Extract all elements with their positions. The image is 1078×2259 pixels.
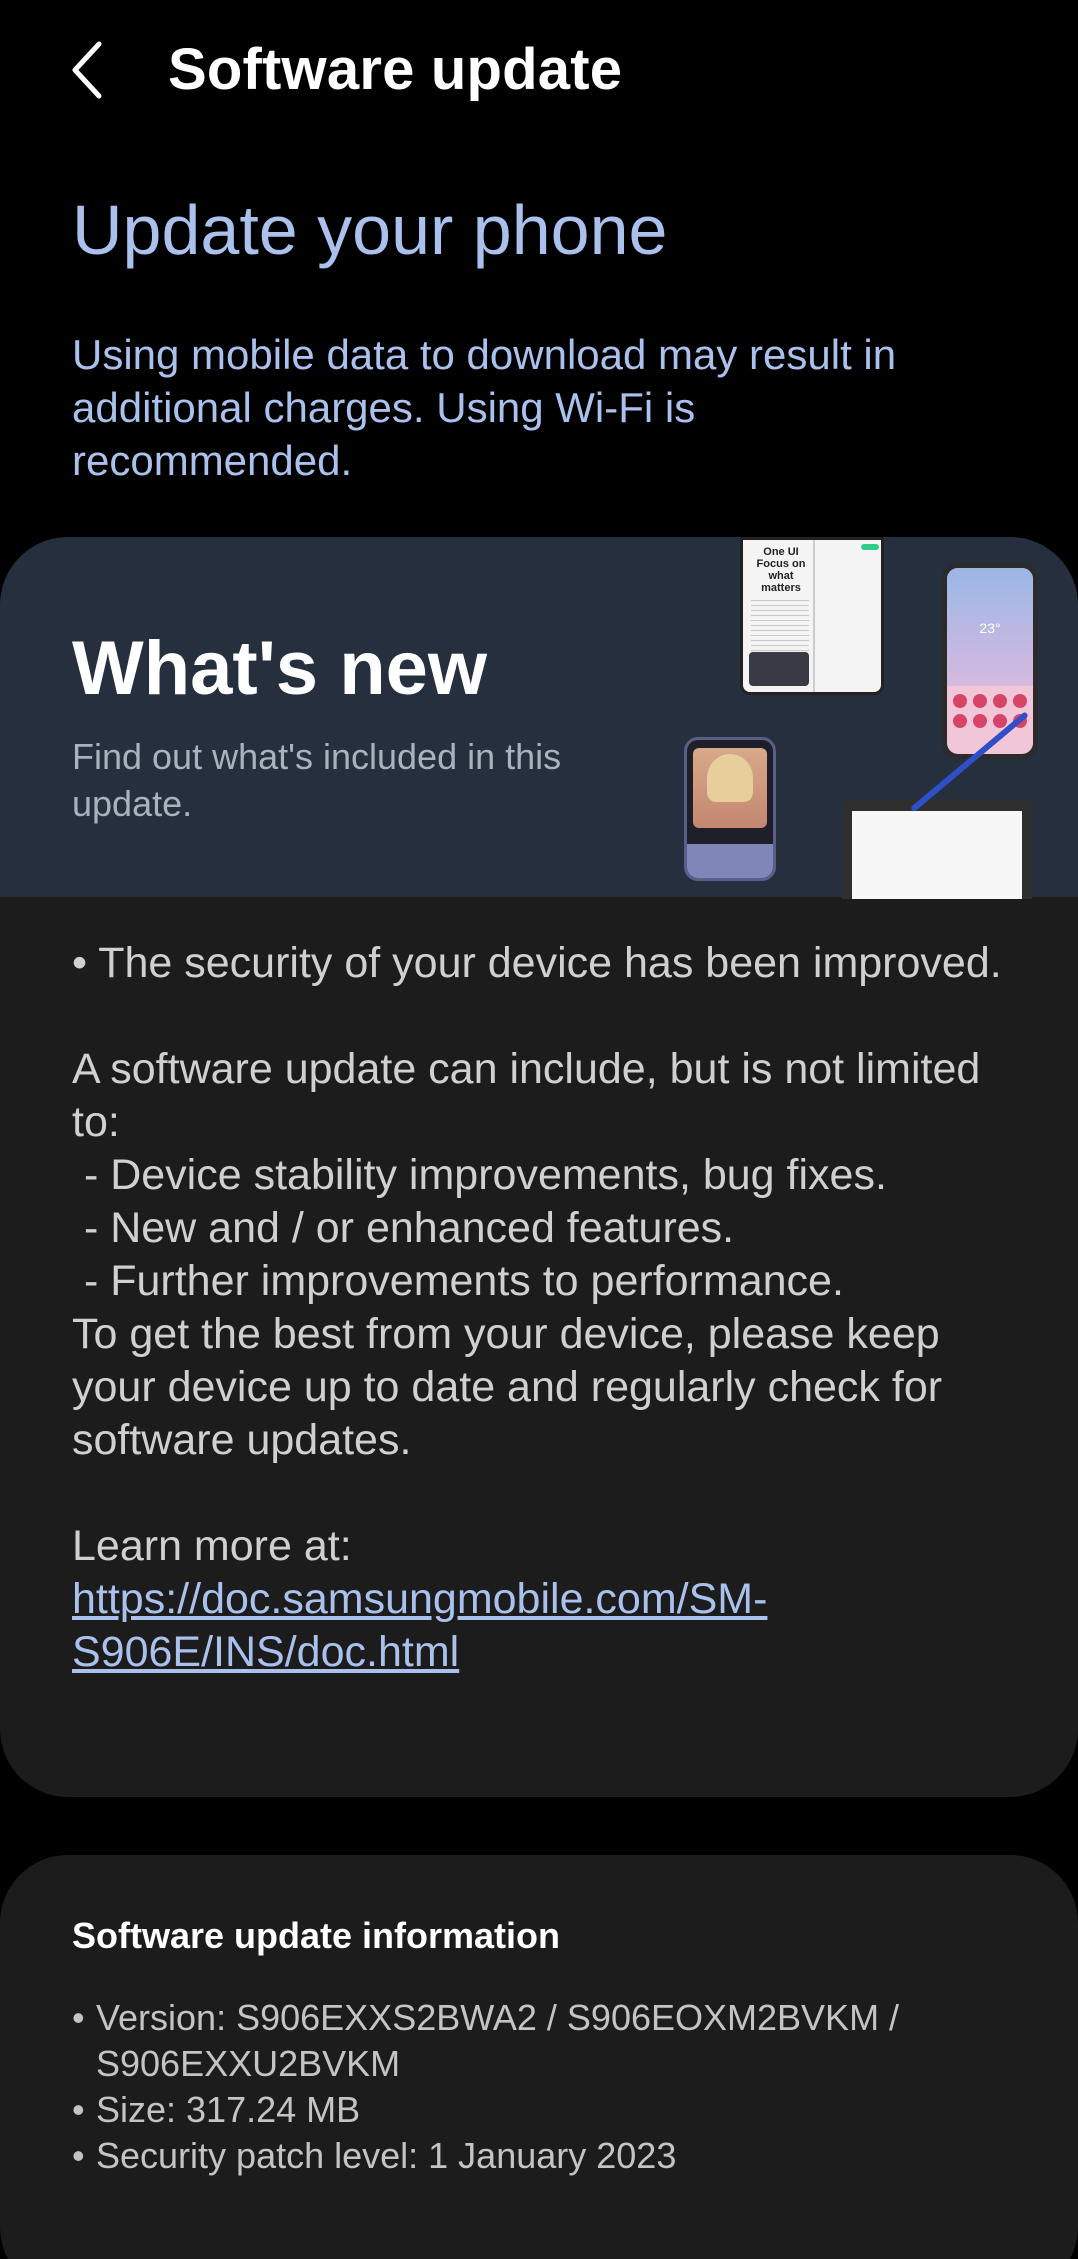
info-list: Version: S906EXXS2BWA2 / S906EOXM2BVKM /… — [72, 1995, 1032, 2179]
page-title: Software update — [168, 37, 623, 102]
release-notes: • The security of your device has been i… — [72, 937, 1022, 1679]
mobile-data-notice: Using mobile data to download may result… — [72, 331, 897, 484]
software-update-info-card: Software update information Version: S90… — [0, 1855, 1078, 2259]
phone-illustration: 23° — [942, 563, 1038, 759]
version-item: Version: S906EXXS2BWA2 / S906EOXM2BVKM /… — [72, 1995, 1032, 2087]
whats-new-banner: What's new Find out what's included in t… — [0, 537, 1078, 899]
whats-new-title: What's new — [72, 626, 487, 711]
size-item: Size: 317.24 MB — [72, 2087, 1032, 2133]
update-heading: Update your phone — [72, 191, 668, 269]
info-title: Software update information — [72, 1915, 561, 1956]
release-notes-text: • The security of your device has been i… — [72, 939, 1002, 1570]
back-button[interactable] — [52, 30, 122, 110]
tablet-illustration — [842, 799, 1032, 899]
illustration-clock: 23° — [979, 620, 1001, 636]
learn-more-link[interactable]: https://doc.samsungmobile.com/SM-S906E/I… — [72, 1575, 767, 1676]
chevron-left-icon — [72, 41, 102, 99]
security-patch-item: Security patch level: 1 January 2023 — [72, 2133, 1032, 2179]
software-update-screen: Software update Update your phone Using … — [0, 0, 1078, 2259]
flip-phone-illustration — [684, 737, 776, 881]
foldable-phone-illustration: One UI Focus on what matters — [740, 537, 884, 695]
whats-new-subtitle: Find out what's included in this update. — [72, 736, 562, 824]
whats-new-card: What's new Find out what's included in t… — [0, 537, 1078, 1797]
illustration-caption: One UI Focus on what matters — [756, 546, 806, 594]
app-bar: Software update — [0, 0, 1078, 140]
